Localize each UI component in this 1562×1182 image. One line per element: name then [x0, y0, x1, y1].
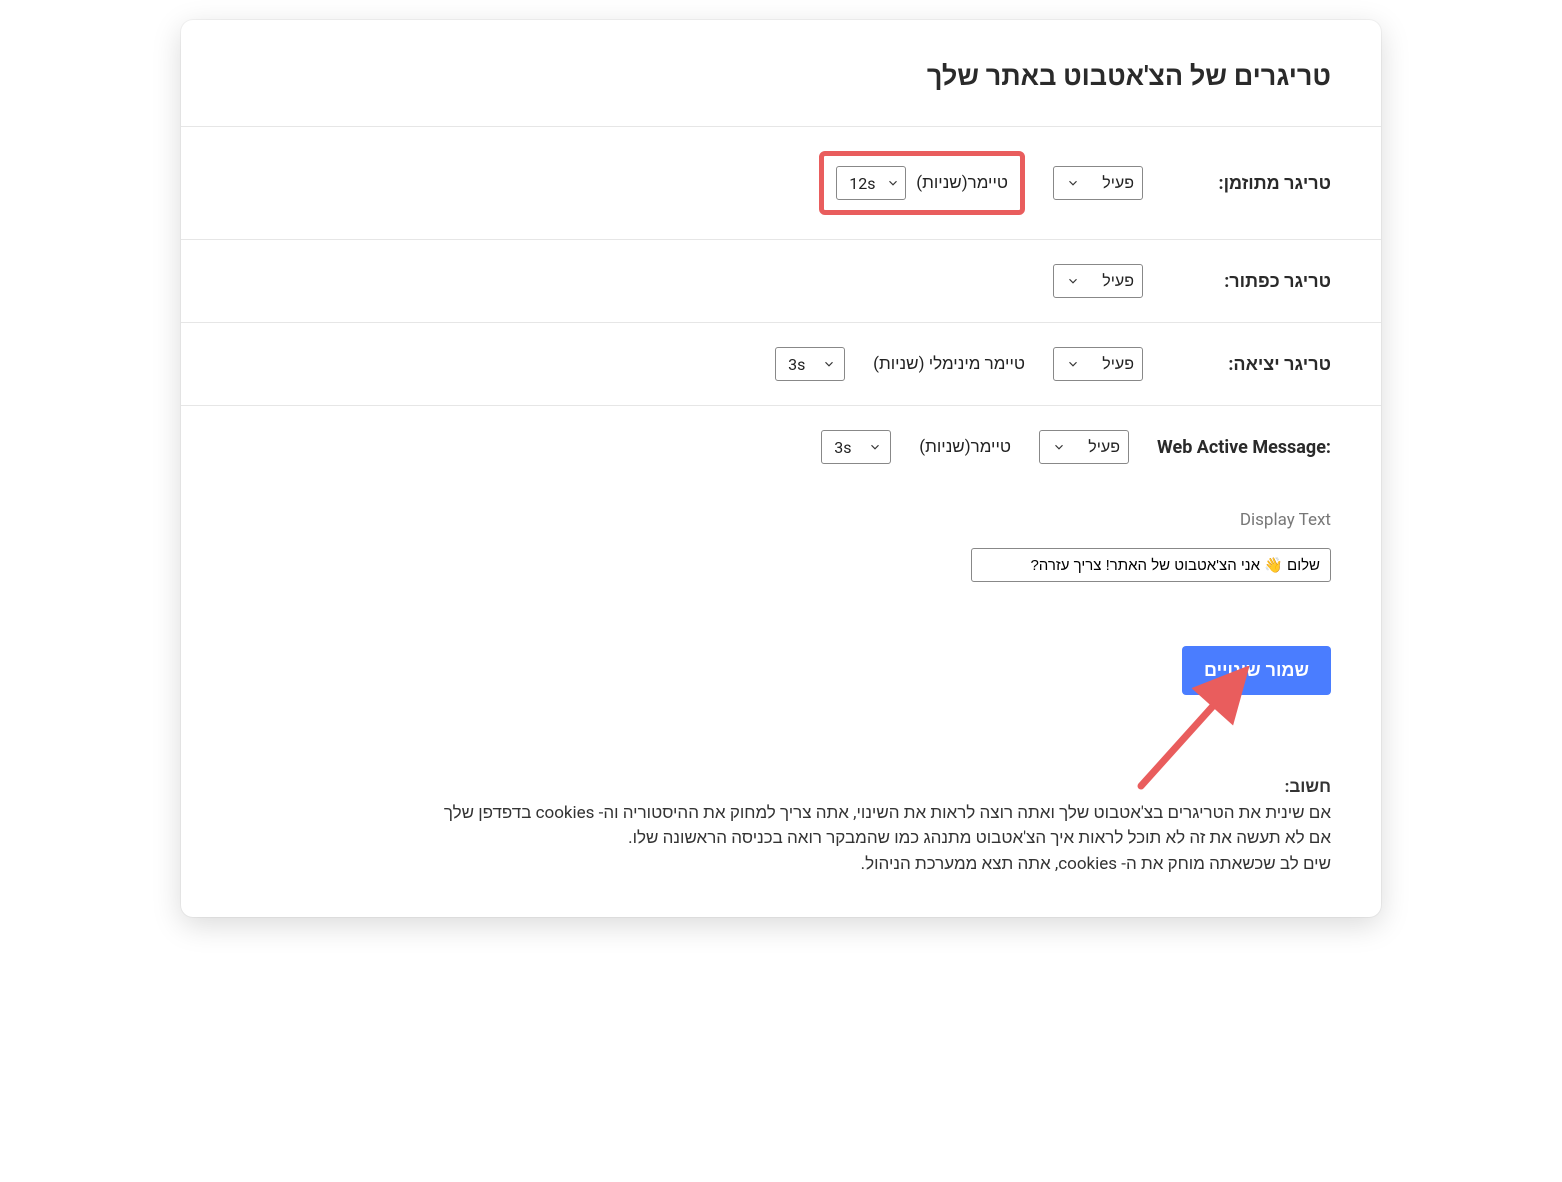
timer-select-wam[interactable]: 3s — [821, 430, 891, 464]
save-area: שמור שינויים — [181, 606, 1381, 695]
timer-select-timed[interactable]: 12s — [836, 166, 906, 200]
status-value: פעיל — [1102, 173, 1134, 193]
timer-value: 12s — [849, 174, 875, 193]
triggers-panel: טריגרים של הצ'אטבוט באתר שלך טריגר מתוזמ… — [181, 20, 1381, 917]
label-web-active-message: Web Active Message: — [1157, 437, 1331, 458]
status-select-timed[interactable]: פעיל — [1053, 166, 1143, 200]
label-timed-trigger: טריגר מתוזמן: — [1171, 173, 1331, 194]
chevron-down-icon — [886, 176, 900, 190]
chevron-down-icon — [1066, 176, 1080, 190]
timer-label-wam: טיימר(שניות) — [919, 437, 1011, 457]
timer-label-exit: טיימר מינימלי (שניות) — [873, 354, 1025, 374]
status-select-exit[interactable]: פעיל — [1053, 347, 1143, 381]
save-button[interactable]: שמור שינויים — [1182, 646, 1331, 695]
row-timed-trigger: טריגר מתוזמן: פעיל טיימר(שניות) 12s — [181, 126, 1381, 239]
page-title: טריגרים של הצ'אטבוט באתר שלך — [181, 60, 1381, 92]
important-note: חשוב: אם שינית את הטריגרים בצ'אטבוט שלך … — [181, 695, 1381, 887]
row-button-trigger: טריגר כפתור: פעיל — [181, 239, 1381, 322]
row-web-active-message: Web Active Message: פעיל טיימר(שניות) 3s… — [181, 405, 1381, 606]
status-value: פעיל — [1088, 437, 1120, 457]
label-button-trigger: טריגר כפתור: — [1171, 271, 1331, 292]
timer-highlight-box: טיימר(שניות) 12s — [819, 151, 1025, 215]
important-line: אם שינית את הטריגרים בצ'אטבוט שלך ואתה ר… — [231, 801, 1331, 827]
status-select-button[interactable]: פעיל — [1053, 264, 1143, 298]
chevron-down-icon — [1066, 357, 1080, 371]
timer-select-exit[interactable]: 3s — [775, 347, 845, 381]
chevron-down-icon — [822, 357, 836, 371]
important-line: אם לא תעשה את זה לא תוכל לראות איך הצ'אט… — [231, 826, 1331, 852]
display-text-label: Display Text — [1240, 510, 1331, 530]
display-text-input[interactable] — [971, 548, 1331, 582]
important-heading: חשוב: — [231, 775, 1331, 801]
chevron-down-icon — [1052, 440, 1066, 454]
important-line: שים לב שכשאתה מוחק את ה- cookies, אתה תצ… — [231, 852, 1331, 878]
row-exit-trigger: טריגר יציאה: פעיל טיימר מינימלי (שניות) … — [181, 322, 1381, 405]
status-value: פעיל — [1102, 354, 1134, 374]
chevron-down-icon — [1066, 274, 1080, 288]
timer-label-timed: טיימר(שניות) — [916, 173, 1008, 193]
timer-value: 3s — [788, 355, 805, 374]
status-select-wam[interactable]: פעיל — [1039, 430, 1129, 464]
timer-value: 3s — [834, 438, 851, 457]
label-exit-trigger: טריגר יציאה: — [1171, 354, 1331, 375]
status-value: פעיל — [1102, 271, 1134, 291]
chevron-down-icon — [868, 440, 882, 454]
